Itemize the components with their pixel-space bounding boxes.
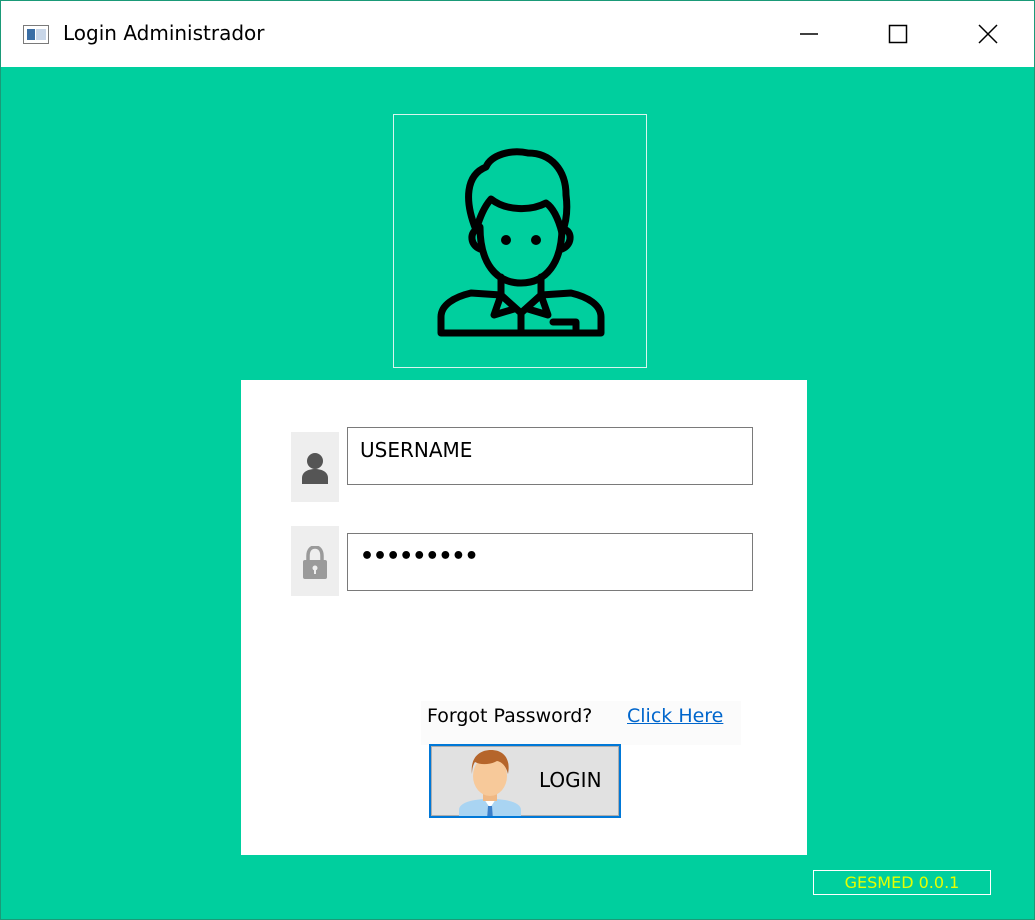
close-icon (978, 24, 998, 44)
password-value: ••••••••• (360, 544, 479, 569)
window-title: Login Administrador (63, 21, 265, 45)
version-text: GESMED 0.0.1 (844, 873, 960, 892)
user-avatar-icon (437, 148, 605, 337)
version-badge: GESMED 0.0.1 (813, 870, 991, 895)
maximize-icon (888, 24, 908, 44)
username-value: USERNAME (360, 438, 473, 462)
forgot-password-label: Forgot Password? (427, 705, 593, 727)
user-avatar-color-icon (459, 750, 521, 816)
lock-icon (303, 546, 327, 579)
maximize-button[interactable] (853, 1, 943, 67)
app-window-icon (23, 25, 49, 44)
password-icon-box (291, 526, 339, 596)
minimize-button[interactable] (764, 1, 854, 67)
login-card: USERNAME ••••••••• Forgot Password? Clic… (241, 380, 807, 855)
username-field[interactable]: USERNAME (347, 427, 753, 485)
forgot-password-link[interactable]: Click Here (627, 705, 723, 727)
minimize-icon (800, 33, 818, 35)
username-icon-box (291, 432, 339, 502)
password-field[interactable]: ••••••••• (347, 533, 753, 591)
admin-avatar (393, 114, 647, 368)
close-button[interactable] (943, 1, 1033, 67)
login-button-label: LOGIN (539, 768, 602, 792)
forgot-password-row: Forgot Password? Click Here (421, 701, 741, 745)
user-icon (302, 453, 328, 484)
login-window: Login Administrador USERNAME ••••••••• F… (0, 0, 1035, 920)
login-button[interactable]: LOGIN (429, 744, 621, 818)
title-bar[interactable]: Login Administrador (1, 1, 1034, 67)
